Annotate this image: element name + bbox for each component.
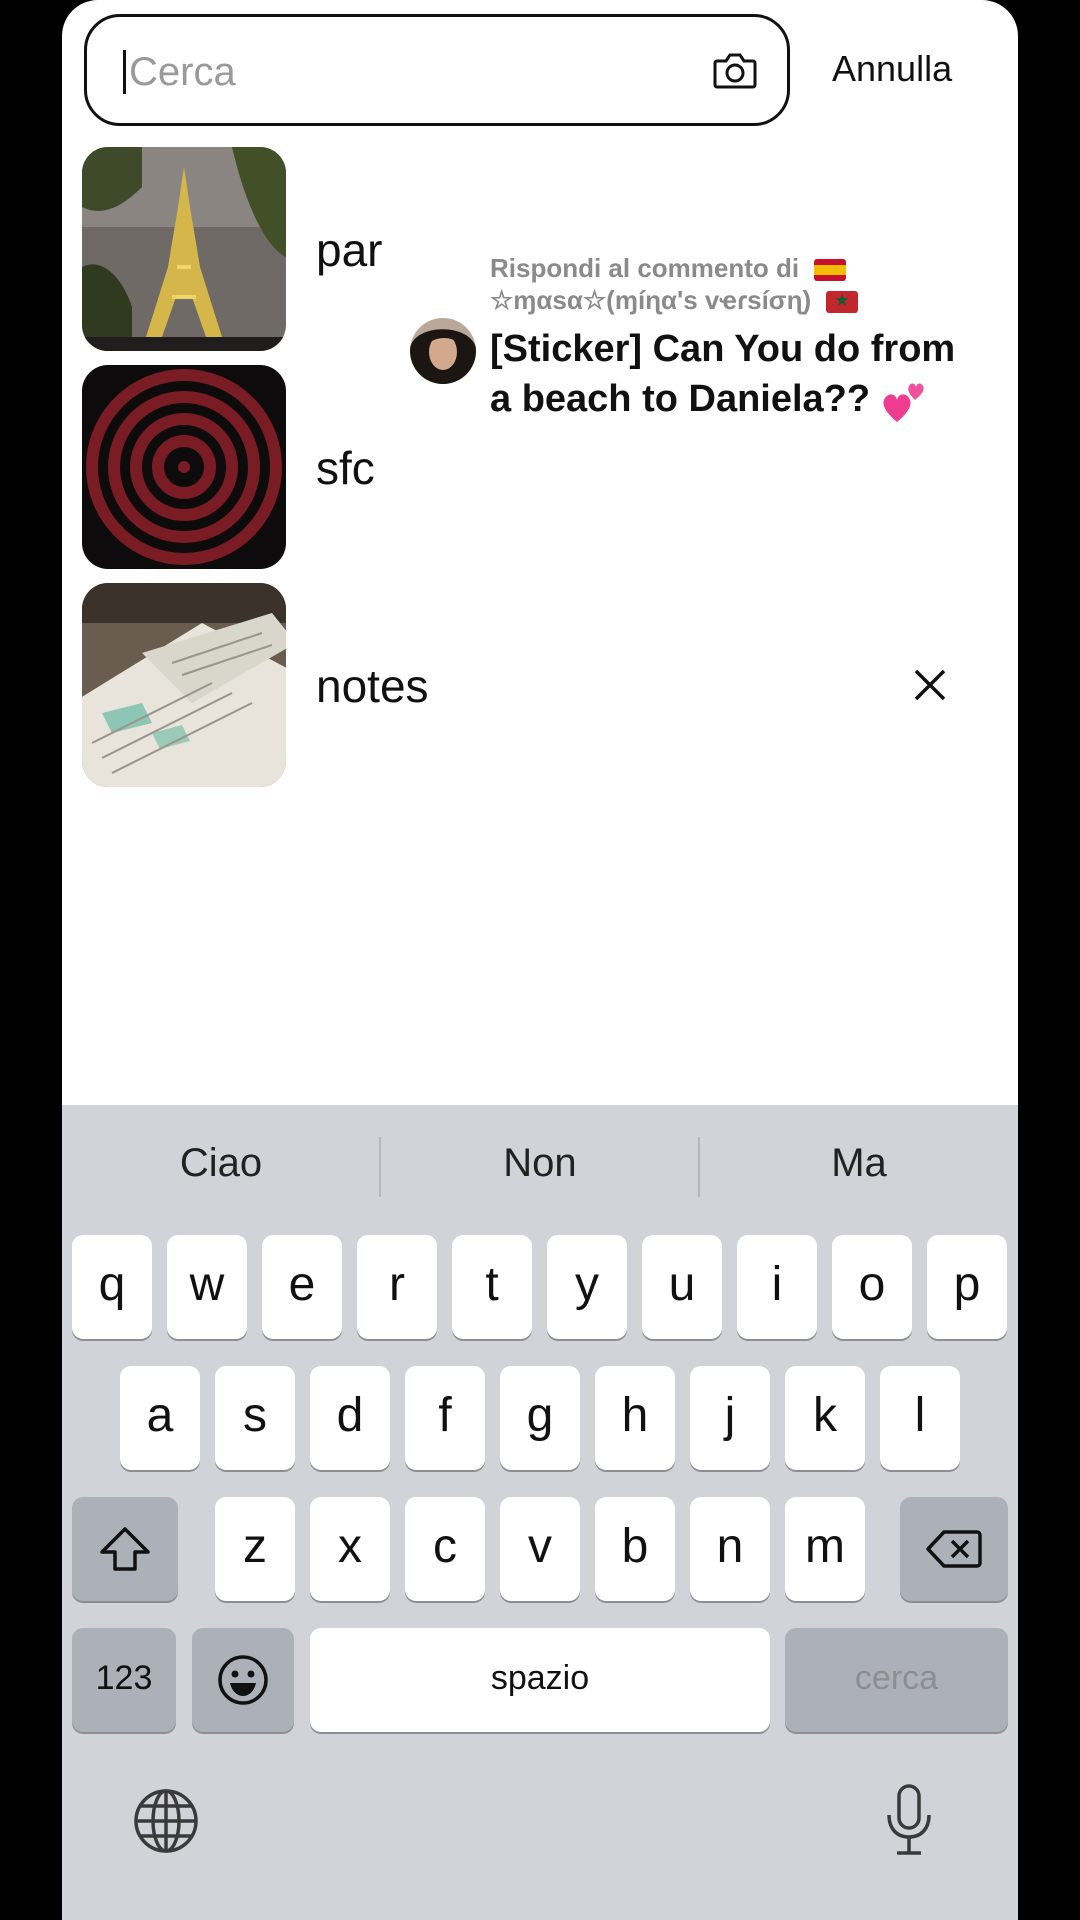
key-f[interactable]: f [405,1366,485,1470]
key-m[interactable]: m [785,1497,865,1601]
avatar [410,318,476,384]
search-input[interactable] [127,39,691,105]
key-h[interactable]: h [595,1366,675,1470]
key-w[interactable]: w [167,1235,247,1339]
key-z[interactable]: z [215,1497,295,1601]
spiral-thumbnail [82,365,286,569]
key-y[interactable]: y [547,1235,627,1339]
text-caret [123,50,126,94]
notes-thumbnail [82,583,286,787]
key-r[interactable]: r [357,1235,437,1339]
history-label: par [316,224,383,276]
cancel-button[interactable]: Annulla [832,48,952,90]
key-d[interactable]: d [310,1366,390,1470]
close-icon[interactable] [910,665,950,705]
morocco-flag-icon [826,291,859,314]
suggestion-item[interactable]: Non [381,1141,699,1186]
history-item[interactable]: notes [82,583,982,787]
key-l[interactable]: l [880,1366,960,1470]
key-g[interactable]: g [500,1366,580,1470]
reply-comment-overlay: Rispondi al commento di ☆ɱαsα☆(ɱíɳα's vҽ… [384,222,984,512]
space-key[interactable]: spazio [310,1628,770,1732]
key-c[interactable]: c [405,1497,485,1601]
key-v[interactable]: v [500,1497,580,1601]
shift-icon [100,1527,150,1571]
numbers-key[interactable]: 123 [72,1628,176,1732]
key-x[interactable]: x [310,1497,390,1601]
backspace-icon [926,1530,982,1568]
suggestion-item[interactable]: Ciao [62,1141,380,1186]
key-p[interactable]: p [927,1235,1007,1339]
history-label: notes [316,660,429,712]
shift-key[interactable] [72,1497,178,1601]
keyboard: Ciao Non Ma q w e r t y u i o p a s d f … [62,1105,1018,1920]
key-u[interactable]: u [642,1235,722,1339]
suggestion-item[interactable]: Ma [700,1141,1018,1186]
reply-comment-text: [Sticker] Can You do from a beach to Dan… [490,324,960,424]
key-i[interactable]: i [737,1235,817,1339]
key-q[interactable]: q [72,1235,152,1339]
key-a[interactable]: a [120,1366,200,1470]
search-return-key[interactable]: cerca [785,1628,1008,1732]
search-bar[interactable] [84,14,790,126]
key-k[interactable]: k [785,1366,865,1470]
key-n[interactable]: n [690,1497,770,1601]
key-o[interactable]: o [832,1235,912,1339]
two-hearts-icon [883,383,924,422]
microphone-icon[interactable] [884,1783,934,1857]
reply-heading: Rispondi al commento di ☆ɱαsα☆(ɱíɳα's vҽ… [490,252,950,316]
key-j[interactable]: j [690,1366,770,1470]
globe-icon[interactable] [132,1787,200,1855]
key-t[interactable]: t [452,1235,532,1339]
history-label: sfc [316,442,375,494]
delete-key[interactable] [900,1497,1008,1601]
camera-icon[interactable] [713,51,757,91]
search-screen: Annulla par [62,0,1018,1920]
spain-flag-icon [814,259,847,282]
key-e[interactable]: e [262,1235,342,1339]
emoji-icon [218,1655,268,1705]
suggestion-bar: Ciao Non Ma [62,1105,1018,1227]
key-s[interactable]: s [215,1366,295,1470]
emoji-key[interactable] [192,1628,294,1732]
key-b[interactable]: b [595,1497,675,1601]
eiffel-tower-thumbnail [82,147,286,351]
